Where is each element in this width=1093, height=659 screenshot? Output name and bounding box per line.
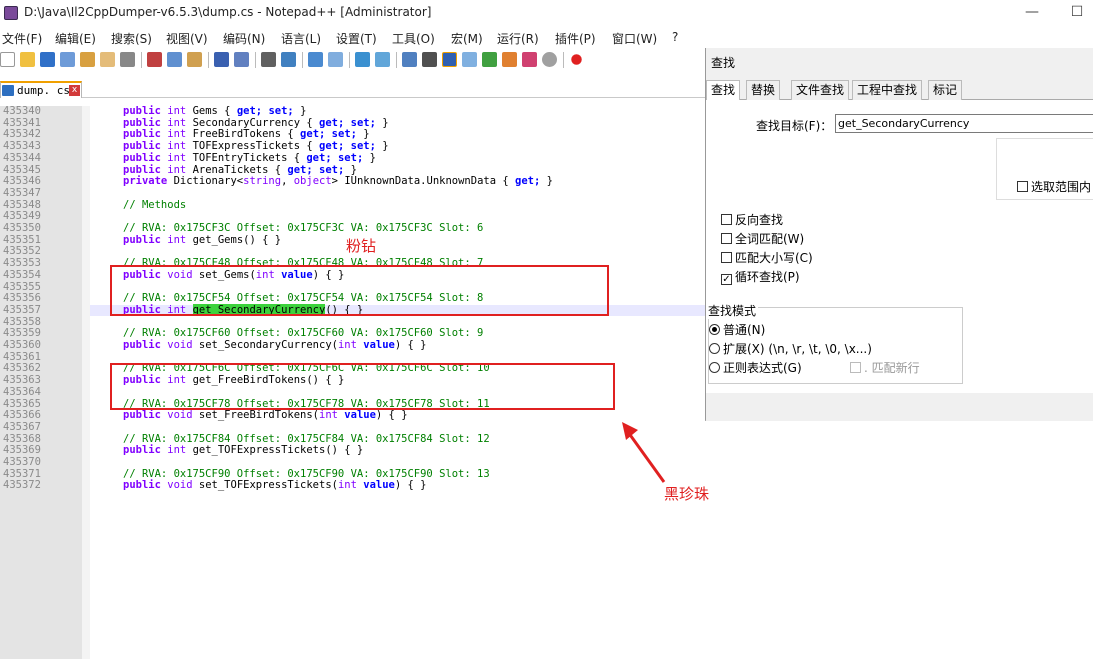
notepadpp-window: D:\Java\Il2CppDumper-v6.5.3\dump.cs - No…	[0, 0, 1093, 659]
find-icon[interactable]	[261, 52, 276, 67]
menu-settings[interactable]: 设置(T)	[336, 30, 377, 47]
toolbar	[0, 48, 705, 72]
tab-find-in-files[interactable]: 文件查找	[791, 80, 850, 100]
doc-map-icon[interactable]	[482, 52, 497, 67]
indent-guide-icon[interactable]	[442, 52, 457, 67]
close-icon[interactable]	[80, 52, 95, 67]
tab-dump-cs[interactable]: dump. cs x	[0, 81, 82, 98]
mode-regex-radio[interactable]: 正则表达式(G)	[709, 359, 802, 376]
annotation-arrow	[622, 422, 666, 483]
cut-icon[interactable]	[147, 52, 162, 67]
whole-word-checkbox[interactable]: 全词匹配(W)	[721, 230, 804, 247]
menu-run[interactable]: 运行(R)	[497, 30, 539, 47]
paste-icon[interactable]	[187, 52, 202, 67]
record-macro-icon[interactable]	[571, 54, 582, 65]
find-dialog: 查找 查找 替换 文件查找 工程中查找 标记 查找目标(F)： get_Seco…	[705, 48, 1093, 421]
match-case-checkbox[interactable]: 匹配大小写(C)	[721, 249, 813, 266]
folder-workspace-icon[interactable]	[522, 52, 537, 67]
tab-find[interactable]: 查找	[706, 80, 741, 101]
code-line: 435369 public int get_TOFExpressTickets()…	[3, 444, 364, 457]
annotation-box-secondary-currency	[110, 363, 615, 410]
replace-icon[interactable]	[281, 52, 296, 67]
mode-normal-radio[interactable]: 普通(N)	[709, 321, 765, 338]
save-icon[interactable]	[40, 52, 55, 67]
menu-file[interactable]: 文件(F)	[2, 30, 42, 47]
menu-tools[interactable]: 工具(O)	[392, 30, 435, 47]
redo-icon[interactable]	[234, 52, 249, 67]
zoom-out-icon[interactable]	[328, 52, 343, 67]
window-title: D:\Java\Il2CppDumper-v6.5.3\dump.cs - No…	[24, 5, 432, 19]
function-list-icon[interactable]	[502, 52, 517, 67]
copy-icon[interactable]	[167, 52, 182, 67]
wrap-around-checkbox[interactable]: ✓ 循环查找(P)	[721, 268, 800, 285]
print-icon[interactable]	[120, 52, 135, 67]
saved-file-icon	[2, 85, 14, 96]
tab-mark[interactable]: 标记	[928, 80, 963, 100]
undo-icon[interactable]	[214, 52, 229, 67]
notepadpp-icon	[4, 6, 18, 20]
save-all-icon[interactable]	[60, 52, 75, 67]
monitoring-icon[interactable]	[542, 52, 557, 67]
udl-icon[interactable]	[462, 52, 477, 67]
annotation-pink-diamond: 粉钻	[346, 237, 377, 255]
menu-encoding[interactable]: 编码(N)	[223, 30, 265, 47]
new-file-icon[interactable]	[0, 52, 15, 67]
find-target-input[interactable]: get_SecondaryCurrency	[835, 114, 1093, 133]
menu-help[interactable]: ?	[672, 30, 678, 44]
menu-window[interactable]: 窗口(W)	[612, 30, 657, 47]
menu-bar: 文件(F) 编辑(E) 搜索(S) 视图(V) 编码(N) 语言(L) 设置(T…	[0, 28, 700, 48]
minimize-button[interactable]: —	[1017, 2, 1047, 22]
code-line: 435368// RVA: 0x175CF84 Offset: 0x175CF8…	[3, 432, 490, 445]
reverse-search-checkbox[interactable]: 反向查找	[721, 211, 783, 228]
find-dialog-footer	[706, 393, 1093, 421]
dot-matches-newline-checkbox[interactable]: . 匹配新行	[850, 359, 920, 376]
menu-language[interactable]: 语言(L)	[281, 30, 321, 47]
menu-view[interactable]: 视图(V)	[166, 30, 208, 47]
menu-search[interactable]: 搜索(S)	[111, 30, 152, 47]
menu-edit[interactable]: 编辑(E)	[55, 30, 96, 47]
find-dialog-title: 查找	[711, 56, 736, 70]
zoom-in-icon[interactable]	[308, 52, 323, 67]
title-bar: D:\Java\Il2CppDumper-v6.5.3\dump.cs - No…	[0, 0, 1093, 26]
menu-plugins[interactable]: 插件(P)	[555, 30, 596, 47]
code-line: 435367	[3, 420, 41, 433]
word-wrap-icon[interactable]	[402, 52, 417, 67]
maximize-button[interactable]: ☐	[1062, 2, 1092, 22]
tab-find-in-projects[interactable]: 工程中查找	[852, 80, 923, 100]
tab-label: dump. cs	[17, 84, 70, 97]
document-tab-bar: dump. cs x	[0, 80, 705, 98]
code-line: 435370	[3, 456, 41, 468]
open-file-icon[interactable]	[20, 52, 35, 67]
tab-close-icon[interactable]: x	[69, 85, 80, 96]
code-line: 435372 public void set_TOFExpressTickets(…	[3, 479, 427, 492]
search-mode-title: 查找模式	[708, 302, 759, 319]
in-selection-checkbox[interactable]: 选取范围内	[1017, 178, 1091, 195]
annotation-black-pearl: 黑珍珠	[664, 485, 710, 503]
find-tabs: 查找 替换 文件查找 工程中查找 标记	[706, 80, 1093, 101]
show-all-chars-icon[interactable]	[422, 52, 437, 67]
find-dialog-body: 查找目标(F)： get_SecondaryCurrency 选取范围内 反向查…	[706, 100, 1093, 421]
sync-vertical-icon[interactable]	[355, 52, 370, 67]
tab-replace[interactable]: 替换	[746, 80, 781, 100]
mode-extended-radio[interactable]: 扩展(X) (\n, \r, \t, \0, \x...)	[709, 340, 872, 357]
find-target-label: 查找目标(F)：	[756, 119, 833, 133]
code-line: 435371// RVA: 0x175CF90 Offset: 0x175CF9…	[3, 467, 490, 480]
close-all-icon[interactable]	[100, 52, 115, 67]
annotation-box-gems	[110, 265, 609, 316]
menu-macro[interactable]: 宏(M)	[451, 30, 483, 47]
sync-horizontal-icon[interactable]	[375, 52, 390, 67]
